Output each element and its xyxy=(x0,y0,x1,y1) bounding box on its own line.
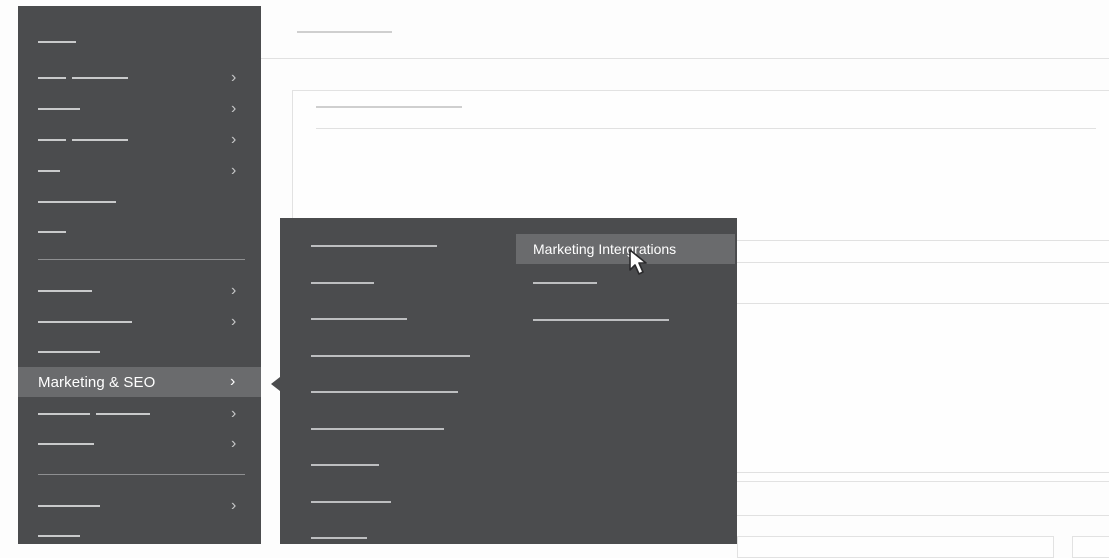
sidebar-item-label-placeholder xyxy=(38,321,132,323)
sidebar-item-label-placeholder xyxy=(38,231,66,233)
sidebar-item-label-placeholder xyxy=(38,77,66,79)
page-title-placeholder xyxy=(297,31,392,33)
header-divider xyxy=(261,58,1109,59)
submenu-caret xyxy=(271,377,280,391)
bottom-card xyxy=(1072,536,1109,558)
submenu-item-marketing-integrations[interactable]: Marketing Intergrations xyxy=(516,234,735,264)
sidebar-divider xyxy=(38,474,245,475)
sidebar-item-label-placeholder xyxy=(38,290,92,292)
mouse-pointer-icon xyxy=(629,249,647,275)
submenu-item-label: Marketing Intergrations xyxy=(533,241,677,257)
submenu-item-label-placeholder xyxy=(311,391,458,393)
sidebar-item-label-placeholder xyxy=(38,41,76,43)
sidebar-item-label-placeholder xyxy=(38,170,60,172)
sidebar-item-label: Marketing & SEO xyxy=(38,374,156,391)
sidebar-divider xyxy=(38,259,245,260)
sidebar-item-label-placeholder xyxy=(38,108,80,110)
chevron-right-icon: › xyxy=(231,313,237,330)
bottom-card xyxy=(737,536,1054,558)
submenu-item-label-placeholder xyxy=(311,282,374,284)
sidebar-item-label-placeholder xyxy=(38,413,90,415)
sidebar-item-label-placeholder xyxy=(38,443,94,445)
chevron-right-icon: › xyxy=(231,69,237,86)
panel-row-divider xyxy=(737,515,1109,516)
submenu-item-label-placeholder xyxy=(533,282,597,284)
sidebar-item-label-placeholder xyxy=(38,139,66,141)
submenu-item-label-placeholder xyxy=(311,428,444,430)
sidebar-item-label-placeholder xyxy=(38,535,80,537)
sidebar-item-label-placeholder xyxy=(38,201,116,203)
sidebar-item-marketing-seo[interactable]: Marketing & SEO › xyxy=(18,367,261,397)
panel-row-divider xyxy=(737,472,1109,473)
chevron-right-icon: › xyxy=(231,497,237,514)
submenu-item-label-placeholder xyxy=(311,355,470,357)
panel-heading-placeholder xyxy=(316,106,462,108)
sidebar-item-label-placeholder xyxy=(38,351,100,353)
submenu-item-label-placeholder xyxy=(311,537,367,539)
submenu-item-label-placeholder xyxy=(311,501,391,503)
chevron-right-icon: › xyxy=(231,405,237,422)
sidebar-item-label-placeholder xyxy=(38,505,100,507)
panel-row-divider xyxy=(737,262,1109,263)
chevron-right-icon: › xyxy=(231,162,237,179)
submenu-item-label-placeholder xyxy=(311,318,407,320)
chevron-right-icon: › xyxy=(231,131,237,148)
chevron-right-icon: › xyxy=(230,373,236,390)
sidebar-item-label-placeholder xyxy=(96,413,150,415)
panel-heading-divider xyxy=(316,128,1096,129)
sidebar-nav: › › › › › › Marketing & SEO › › › › xyxy=(18,6,261,544)
chevron-right-icon: › xyxy=(231,282,237,299)
submenu-item-label-placeholder xyxy=(311,464,379,466)
submenu-item-label-placeholder xyxy=(533,319,669,321)
chevron-right-icon: › xyxy=(231,435,237,452)
sidebar-item-label-placeholder xyxy=(72,77,128,79)
chevron-right-icon: › xyxy=(231,100,237,117)
panel-row-divider xyxy=(737,240,1109,241)
submenu-item-label-placeholder xyxy=(311,245,437,247)
submenu-flyout: Marketing Intergrations xyxy=(280,218,737,544)
sidebar-item-label-placeholder xyxy=(72,139,128,141)
panel-row-divider xyxy=(737,303,1109,304)
